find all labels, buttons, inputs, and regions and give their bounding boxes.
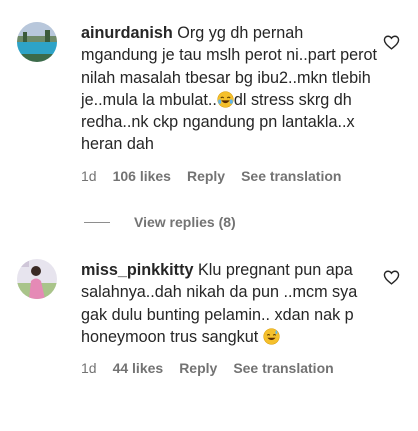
- view-replies-label: View replies (8): [134, 214, 236, 230]
- heart-outline-icon[interactable]: [383, 34, 400, 51]
- likes-count[interactable]: 44 likes: [113, 360, 164, 376]
- view-replies-button[interactable]: View replies (8): [84, 213, 236, 231]
- replies-divider: [84, 221, 110, 223]
- heart-outline-icon[interactable]: [383, 269, 400, 286]
- see-translation-button[interactable]: See translation: [241, 168, 341, 184]
- avatar[interactable]: [17, 22, 57, 62]
- comment-time[interactable]: 1d: [81, 168, 97, 184]
- comment-body: miss_pinkkitty Klu pregnant pun apa sala…: [81, 259, 378, 377]
- comment-meta: 1d 44 likes Reply See translation: [81, 359, 378, 377]
- see-translation-button[interactable]: See translation: [233, 360, 333, 376]
- avatar[interactable]: [17, 259, 57, 299]
- comment-text: ainurdanish Org yg dh pernah mgandung je…: [81, 22, 378, 156]
- comment-body: ainurdanish Org yg dh pernah mgandung je…: [81, 22, 378, 185]
- comment-text: miss_pinkkitty Klu pregnant pun apa sala…: [81, 259, 378, 348]
- comment-time[interactable]: 1d: [81, 360, 97, 376]
- comment-meta: 1d 106 likes Reply See translation: [81, 167, 378, 185]
- laughing-tears-emoji-icon-graphic: [217, 91, 234, 108]
- reply-button[interactable]: Reply: [187, 168, 225, 184]
- comment-username[interactable]: ainurdanish: [81, 24, 173, 42]
- comment-username[interactable]: miss_pinkkitty: [81, 261, 193, 279]
- reply-button[interactable]: Reply: [179, 360, 217, 376]
- sweat-smile-emoji-icon-graphic: [263, 328, 280, 345]
- likes-count[interactable]: 106 likes: [113, 168, 171, 184]
